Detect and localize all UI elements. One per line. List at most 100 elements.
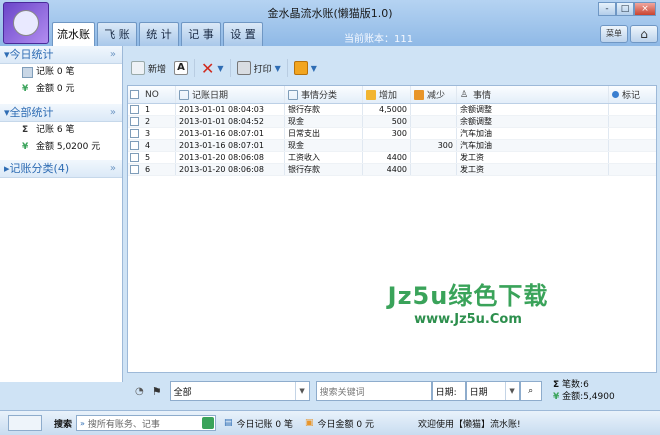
edit-icon: A <box>174 61 189 75</box>
sidebar: ▾今日统计» 记账 0 笔 ¥ 金额 0 元 ▾全部统计» Σ 记账 6 笔 ¥ 金额… <box>0 46 123 382</box>
row-checkbox[interactable] <box>128 116 142 127</box>
row-checkbox[interactable] <box>128 128 142 139</box>
cell-income: 300 <box>363 128 411 139</box>
row-checkbox[interactable] <box>128 104 142 115</box>
select-all-checkbox[interactable] <box>128 86 142 103</box>
cell-income: 4400 <box>363 164 411 175</box>
new-button[interactable]: 新增 <box>127 57 170 79</box>
menu-button[interactable]: 菜单 <box>600 25 628 43</box>
title-bar: 金水晶流水账(懒猫版1.0) - □ × 流水账 飞 账 统 计 记 事 设 置… <box>0 0 660 47</box>
minimize-button[interactable]: - <box>598 2 616 16</box>
export-button[interactable]: ▼ <box>290 57 321 79</box>
table-row[interactable]: 4 2013-01-16 08:07:01 现金 300 汽车加油 <box>128 140 656 152</box>
chevron-down-icon[interactable]: ▼ <box>217 64 223 73</box>
sidebar-category-heading[interactable]: ▸记账分类(4)» <box>0 160 122 178</box>
go-icon[interactable] <box>202 417 215 429</box>
total-amount: ¥ 金额:5,4900 <box>553 392 615 402</box>
row-checkbox[interactable] <box>128 140 142 151</box>
row-checkbox[interactable] <box>128 152 142 163</box>
cell-date: 2013-01-20 08:06:08 <box>176 152 285 163</box>
tab-notes[interactable]: 记 事 <box>181 22 221 46</box>
cell-note: 发工资 <box>457 164 609 175</box>
delete-icon: ✕ <box>201 58 215 78</box>
cell-category: 银行存款 <box>285 164 363 175</box>
cell-category: 银行存款 <box>285 104 363 115</box>
expand-icon[interactable]: » <box>110 160 116 178</box>
sigma-icon: Σ <box>22 125 29 135</box>
new-doc-icon <box>131 61 145 75</box>
sidebar-today-count: 记账 0 笔 <box>0 64 122 81</box>
tag-icon[interactable]: ◔ <box>135 386 144 397</box>
flag-icon[interactable]: ⚑ <box>152 385 162 398</box>
cell-mark <box>609 152 656 163</box>
cell-mark <box>609 164 656 175</box>
yen-icon: ¥ <box>22 84 29 94</box>
table-row[interactable]: 3 2013-01-16 08:07:01 日常支出 300 汽车加油 <box>128 128 656 140</box>
cell-no: 1 <box>142 104 176 115</box>
search-icon: ⌕ <box>528 386 534 396</box>
cell-category: 日常支出 <box>285 128 363 139</box>
total-count: Σ 笔数:6 <box>553 380 589 390</box>
tab-settings[interactable]: 设 置 <box>223 22 263 46</box>
header-expense[interactable]: 减少 <box>411 86 457 103</box>
cell-mark <box>609 104 656 115</box>
table-row[interactable]: 2 2013-01-01 08:04:52 现金 500 余额调整 <box>128 116 656 128</box>
home-icon[interactable]: ⌂ <box>630 25 658 43</box>
category-filter-select[interactable]: 全部 ▼ <box>169 381 310 401</box>
cell-mark <box>609 128 656 139</box>
cell-mark <box>609 116 656 127</box>
row-checkbox[interactable] <box>128 164 142 175</box>
cell-income <box>363 140 411 151</box>
tab-transfer[interactable]: 飞 账 <box>97 22 137 46</box>
cell-note: 余额调整 <box>457 116 609 127</box>
cell-note: 汽车加油 <box>457 128 609 139</box>
date-select[interactable]: 日期 ▼ <box>465 381 520 401</box>
edit-button[interactable]: A <box>170 57 192 79</box>
summary-stats: Σ 笔数:6 ¥ 金额:5,4900 <box>553 379 615 403</box>
calendar-icon <box>179 89 189 100</box>
header-note[interactable]: ♙ 事情 <box>457 86 609 103</box>
header-category[interactable]: 事情分类 <box>285 86 363 103</box>
cell-date: 2013-01-01 08:04:03 <box>176 104 285 115</box>
separator <box>229 59 231 77</box>
main-tabs: 流水账 飞 账 统 计 记 事 设 置 <box>52 22 263 47</box>
wallet-icon: ▣ <box>304 418 314 428</box>
chevron-right-icon: » <box>80 418 85 428</box>
header-mark[interactable]: 标记 <box>609 86 656 103</box>
delete-button[interactable]: ✕ ▼ <box>197 57 228 79</box>
collapse-icon[interactable]: » <box>110 46 116 64</box>
sidebar-today-heading[interactable]: ▾今日统计» <box>0 46 122 64</box>
today-amount-status: 今日金额 0 元 <box>317 419 374 430</box>
cell-mark <box>609 140 656 151</box>
global-search-input[interactable]: » 搜所有账务、记事 <box>76 415 217 431</box>
cell-category: 工资收入 <box>285 152 363 163</box>
user-icon[interactable] <box>8 415 42 431</box>
cell-note: 发工资 <box>457 152 609 163</box>
table-row[interactable]: 5 2013-01-20 08:06:08 工资收入 4400 发工资 <box>128 152 656 164</box>
header-date[interactable]: 记账日期 <box>176 86 285 103</box>
table-row[interactable]: 6 2013-01-20 08:06:08 银行存款 4400 发工资 <box>128 164 656 176</box>
table-row[interactable]: 1 2013-01-01 08:04:03 银行存款 4,5000 余额调整 <box>128 104 656 116</box>
printer-icon <box>236 61 251 75</box>
cell-note: 汽车加油 <box>457 140 609 151</box>
collapse-icon[interactable]: » <box>110 104 116 122</box>
chevron-down-icon[interactable]: ▼ <box>311 64 317 73</box>
watermark: Jz5u绿色下载 www.Jz5u.Com <box>387 282 549 327</box>
header-income[interactable]: 增加 <box>363 86 411 103</box>
sidebar-all-heading[interactable]: ▾全部统计» <box>0 104 122 122</box>
cell-date: 2013-01-01 08:04:52 <box>176 116 285 127</box>
expense-icon <box>414 89 424 100</box>
print-button[interactable]: 打印 ▼ <box>233 57 285 79</box>
list-icon <box>288 89 298 100</box>
cell-date: 2013-01-16 08:07:01 <box>176 128 285 139</box>
cell-date: 2013-01-16 08:07:01 <box>176 140 285 151</box>
search-button[interactable]: ⌕ <box>519 381 542 401</box>
close-button[interactable]: × <box>634 2 656 16</box>
cell-income: 4400 <box>363 152 411 163</box>
chevron-down-icon[interactable]: ▼ <box>275 64 281 73</box>
header-no[interactable]: NO <box>142 86 176 103</box>
tab-statistics[interactable]: 统 计 <box>139 22 179 46</box>
tab-ledger[interactable]: 流水账 <box>52 22 95 47</box>
maximize-button[interactable]: □ <box>616 2 634 16</box>
search-input[interactable]: 搜索关键词 <box>315 381 432 401</box>
